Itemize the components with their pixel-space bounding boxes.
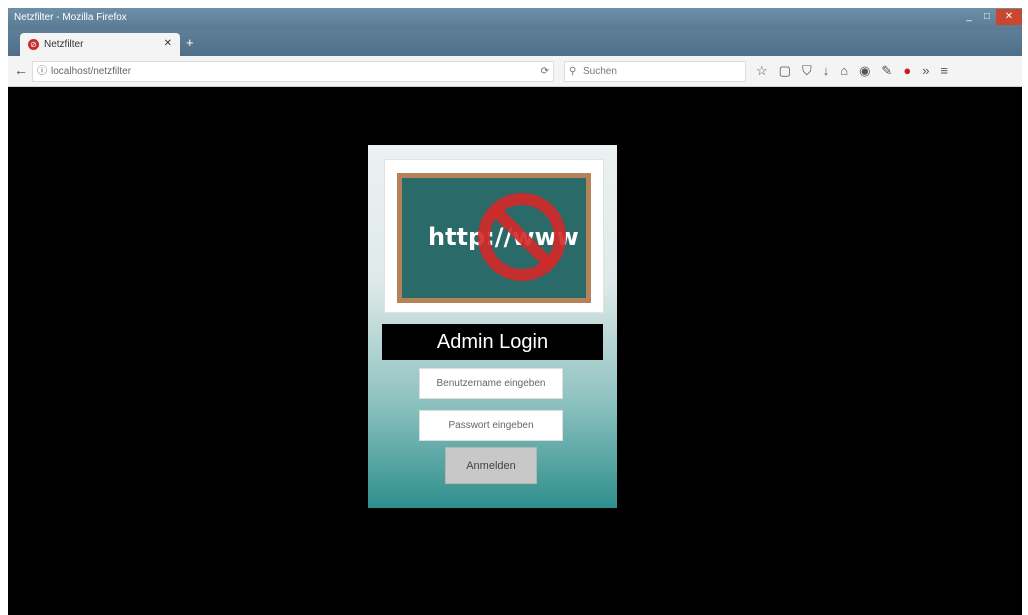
chalkboard-logo: http://www [397,173,591,303]
favicon-icon: ⊘ [28,39,39,50]
password-input[interactable] [419,410,563,441]
overflow-icon[interactable]: » [922,63,929,79]
login-button[interactable]: Anmelden [445,447,537,484]
site-info-icon[interactable]: ⓘ [37,62,47,81]
search-bar[interactable]: ⚲ Suchen [564,61,746,82]
sync-icon[interactable]: ◉ [859,63,870,79]
tab-close-icon[interactable]: ✕ [164,38,172,49]
home-icon[interactable]: ⌂ [840,63,848,79]
tab-title: Netzfilter [44,39,84,50]
login-title: Admin Login [382,324,603,360]
adblock-icon[interactable]: ● [903,63,911,79]
pocket-icon[interactable]: ⛉ [802,63,812,79]
url-bar[interactable]: ⓘ localhost/netzfilter ⟳ [32,61,554,82]
back-icon[interactable]: ← [14,62,28,78]
window-title: Netzfilter - Mozilla Firefox [14,12,127,23]
bookmark-star-icon[interactable]: ☆ [756,63,768,79]
menu-icon[interactable]: ≡ [940,63,948,79]
search-placeholder[interactable]: Suchen [583,62,617,81]
search-icon: ⚲ [569,66,577,77]
url-text[interactable]: localhost/netzfilter [51,62,131,81]
login-card: http://www Admin Login Anmelden [368,145,617,508]
extension-icon[interactable]: ✎ [881,63,892,79]
window-titlebar: Netzfilter - Mozilla Firefox _ □ ✕ [8,8,1022,30]
new-tab-icon[interactable]: + [186,35,194,50]
maximize-button[interactable]: □ [978,9,996,25]
reload-icon[interactable]: ⟳ [541,62,549,81]
window-controls: _ □ ✕ [960,8,1022,30]
block-sign-icon [478,193,566,281]
library-icon[interactable]: ▢ [779,63,791,79]
page-content: http://www Admin Login Anmelden [8,87,1022,615]
minimize-button[interactable]: _ [960,9,978,25]
username-input[interactable] [419,368,563,399]
browser-tab[interactable]: ⊘ Netzfilter ✕ [20,33,180,56]
window-close-button[interactable]: ✕ [996,9,1022,25]
logo-frame: http://www [385,160,603,312]
tab-strip: ⊘ Netzfilter ✕ + [8,30,1022,56]
download-icon[interactable]: ↓ [823,63,830,79]
toolbar-icons: ☆ ▢ ⛉ ↓ ⌂ ◉ ✎ ● » ≡ [756,63,948,79]
navigation-bar: ← ⓘ localhost/netzfilter ⟳ ⚲ Suchen ☆ ▢ … [8,56,1022,87]
